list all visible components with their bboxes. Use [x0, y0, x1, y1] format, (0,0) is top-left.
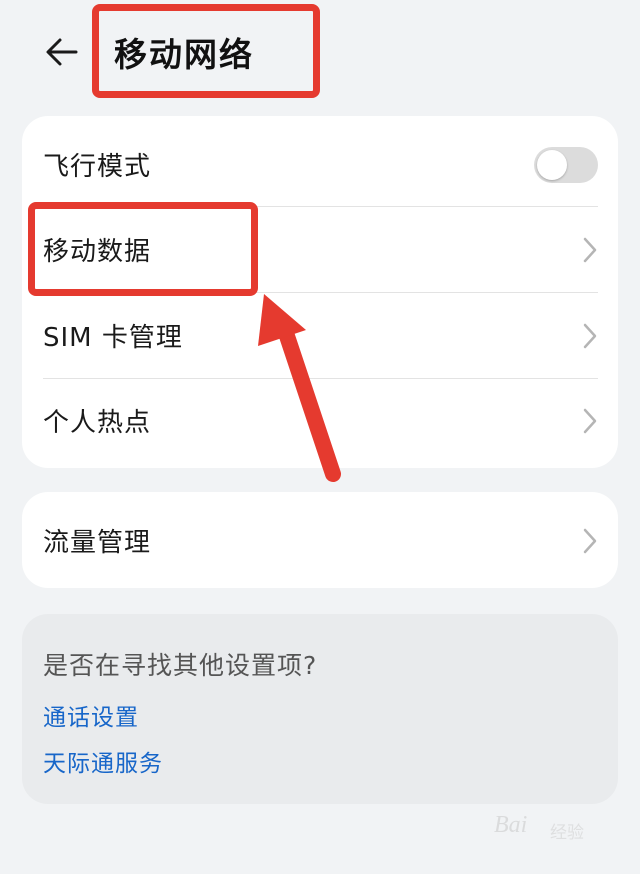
chevron-right-icon	[583, 528, 597, 553]
arrow-left-icon	[46, 38, 78, 66]
chevron-right-icon	[583, 237, 597, 262]
chevron-right-icon	[583, 408, 597, 433]
mobile-data-highlight-box	[28, 202, 258, 296]
chevron-right-icon	[583, 323, 597, 348]
skytone-service-link[interactable]: 天际通服务	[43, 744, 163, 778]
watermark-sub: 经验	[550, 823, 584, 843]
personal-hotspot-label: 个人热点	[43, 408, 152, 438]
airplane-mode-toggle[interactable]	[534, 146, 598, 183]
sim-management-row[interactable]: SIM 卡管理	[22, 293, 618, 378]
baidu-watermark: Bai 经验	[494, 806, 614, 854]
suggestions-panel: 是否在寻找其他设置项? 通话设置 天际通服务	[22, 614, 618, 804]
watermark-brand: Bai	[494, 812, 528, 838]
airplane-mode-row[interactable]: 飞行模式	[22, 122, 618, 207]
traffic-management-row[interactable]: 流量管理	[22, 498, 618, 583]
sim-management-label: SIM 卡管理	[43, 323, 183, 353]
call-settings-link[interactable]: 通话设置	[43, 698, 139, 732]
airplane-mode-label: 飞行模式	[43, 152, 152, 182]
back-button[interactable]	[40, 30, 84, 74]
personal-hotspot-row[interactable]: 个人热点	[22, 378, 618, 463]
traffic-management-label: 流量管理	[43, 528, 152, 558]
title-highlight-box	[92, 4, 320, 98]
suggestions-title: 是否在寻找其他设置项?	[43, 651, 318, 680]
traffic-card: 流量管理	[22, 492, 618, 588]
toggle-knob	[537, 149, 567, 180]
